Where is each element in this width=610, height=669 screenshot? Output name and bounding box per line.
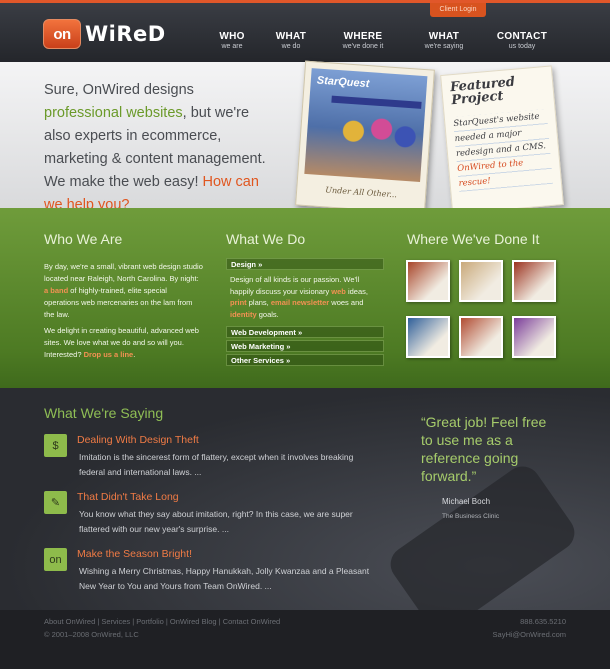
note-rescue-text: OnWired to the rescue!: [456, 158, 524, 189]
who-paragraph-2: We delight in creating beautiful, advanc…: [44, 325, 204, 361]
testimonial-name: Michael Boch: [442, 497, 491, 506]
design-text-2: ideas,: [345, 286, 368, 296]
design-description: Design of all kinds is our passion. We'l…: [226, 272, 384, 326]
drop-us-a-line-link[interactable]: Drop us a line: [84, 350, 134, 359]
site-footer: About OnWired | Services | Portfolio | O…: [0, 610, 610, 669]
nav-contact-title: CONTACT: [496, 31, 548, 42]
post-title-link[interactable]: That Didn't Take Long: [77, 491, 179, 503]
pen-icon: ✎: [44, 491, 67, 514]
phone-number: 888.635.5210: [520, 617, 566, 626]
featured-project-photo[interactable]: StarQuest Under All Other...: [295, 60, 435, 215]
site-header: Client Login on WiReD WHO we are WHAT we…: [0, 0, 610, 62]
nav-saying-sub: we're saying: [424, 43, 464, 50]
thumb-image: [514, 318, 554, 356]
portfolio-thumb[interactable]: [459, 260, 503, 302]
thumb-image: [408, 262, 448, 300]
newsletter-link[interactable]: email newsletter: [271, 298, 329, 307]
nav-saying[interactable]: WHAT we're saying: [412, 31, 476, 51]
who-paragraph-1: By day, we're a small, vibrant web desig…: [44, 261, 204, 321]
money-bag-icon: $: [44, 434, 67, 457]
post-excerpt: You know what they say about imitation, …: [79, 509, 353, 534]
nav-who[interactable]: WHO we are: [210, 31, 254, 51]
post-title-link[interactable]: Dealing With Design Theft: [77, 434, 199, 446]
post-excerpt: Imitation is the sincerest form of flatt…: [79, 452, 354, 477]
thumb-image: [408, 318, 448, 356]
nav-saying-title: WHAT: [428, 31, 460, 42]
where-heading: Where We've Done It: [407, 231, 540, 247]
portfolio-thumb[interactable]: [512, 260, 556, 302]
web-link[interactable]: web: [331, 287, 346, 296]
nav-contact-sub: us today: [508, 43, 536, 50]
nav-where-sub: we've done it: [342, 43, 384, 50]
portfolio-thumb[interactable]: [459, 316, 503, 358]
saying-heading: What We're Saying: [44, 405, 164, 421]
what-heading: What We Do: [226, 231, 306, 247]
services-section: Who We Are By day, we're a small, vibran…: [0, 208, 610, 388]
logo-wordmark: WiReD: [85, 22, 166, 46]
who-heading: Who We Are: [44, 231, 123, 247]
onwired-logo[interactable]: on WiReD: [43, 19, 166, 49]
a-band-link[interactable]: a band: [44, 286, 68, 295]
logo-on-badge: on: [43, 19, 81, 49]
hero-intro-text: Sure, OnWired designs: [44, 82, 194, 98]
who-text: By day, we're a small, vibrant web desig…: [44, 262, 203, 283]
design-text-4: woes and: [329, 298, 364, 307]
thumb-image: [461, 318, 501, 356]
onwired-logo-icon: on: [44, 548, 67, 571]
nav-where[interactable]: WHERE we've done it: [330, 31, 396, 51]
hero-intro: Sure, OnWired designs professional websi…: [44, 79, 276, 217]
starquest-logo: StarQuest: [316, 74, 370, 91]
nav-who-title: WHO: [219, 31, 245, 42]
portfolio-thumb[interactable]: [512, 316, 556, 358]
post-title-link[interactable]: Make the Season Bright!: [77, 548, 192, 560]
identity-link[interactable]: identity: [230, 310, 257, 319]
copyright: © 2001–2008 OnWired, LLC: [44, 630, 139, 639]
web-development-link[interactable]: Web Development »: [226, 326, 384, 338]
nav-what-title: WHAT: [275, 31, 307, 42]
starquest-dancers: [336, 110, 419, 156]
note-body: StarQuest's website needed a major redes…: [452, 109, 554, 192]
note-text: StarQuest's website needed a major redes…: [452, 111, 547, 160]
design-link[interactable]: Design »: [226, 258, 384, 270]
professional-websites-link[interactable]: professional websites: [44, 105, 183, 121]
starquest-nav-bar: [331, 95, 422, 109]
hero-section: Sure, OnWired designs professional websi…: [0, 60, 610, 215]
services-list: Design » Design of all kinds is our pass…: [226, 258, 384, 368]
post-excerpt: Wishing a Merry Christmas, Happy Hanukka…: [79, 566, 370, 591]
thumb-image: [461, 262, 501, 300]
testimonial-quote: “Great job! Feel free to use me as a ref…: [421, 414, 547, 484]
portfolio-thumb[interactable]: [406, 260, 450, 302]
portfolio-thumb[interactable]: [406, 316, 450, 358]
thumb-image: [514, 262, 554, 300]
design-text-3: plans,: [246, 298, 271, 307]
photo-caption: Under All Other...: [325, 185, 398, 200]
nav-what-sub: we do: [281, 43, 301, 50]
other-services-link[interactable]: Other Services »: [226, 354, 384, 366]
saying-section: What We're Saying $ Dealing With Design …: [0, 388, 610, 638]
who-text-4: .: [133, 350, 136, 359]
note-title: Featured Project: [449, 74, 516, 109]
featured-project-note: Featured Project StarQuest's website nee…: [440, 65, 564, 215]
starquest-screenshot: StarQuest: [304, 68, 428, 182]
email-link[interactable]: SayHi@OnWired.com: [493, 630, 566, 639]
print-link[interactable]: print: [230, 298, 247, 307]
footer-links[interactable]: About OnWired | Services | Portfolio | O…: [44, 617, 280, 626]
design-text-5: goals.: [256, 309, 279, 319]
nav-contact[interactable]: CONTACT us today: [492, 31, 552, 51]
nav-where-title: WHERE: [343, 31, 383, 42]
nav-who-sub: we are: [221, 43, 243, 50]
client-login-button[interactable]: Client Login: [430, 3, 486, 17]
nav-what[interactable]: WHAT we do: [267, 31, 315, 51]
testimonial-company: The Business Clinic: [442, 513, 500, 520]
web-marketing-link[interactable]: Web Marketing »: [226, 340, 384, 352]
